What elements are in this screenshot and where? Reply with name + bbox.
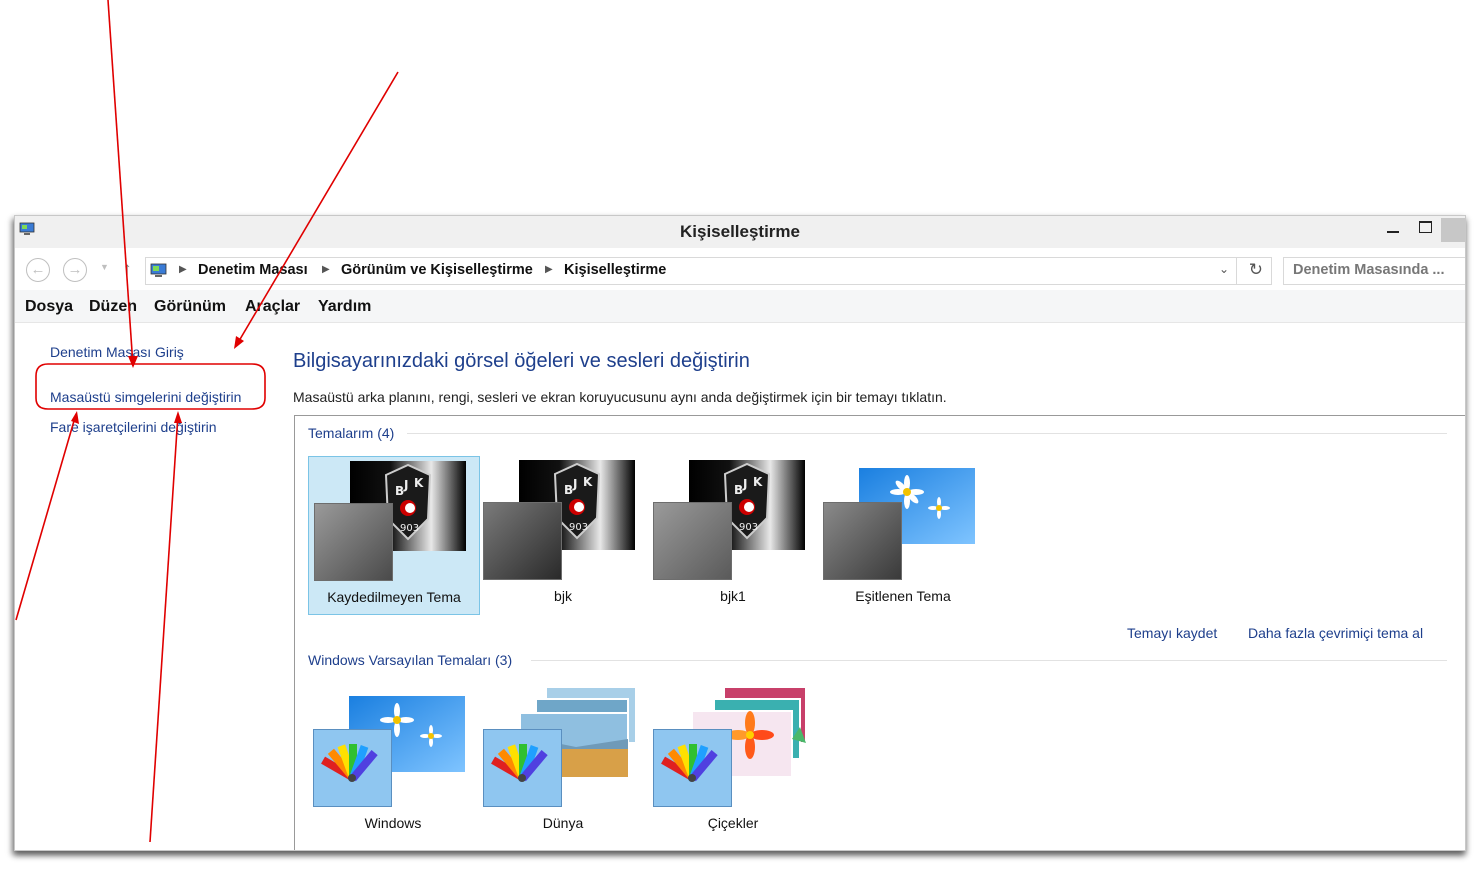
theme-name: Dünya [542,815,584,831]
breadcrumb-item[interactable]: Denetim Masası [198,262,308,278]
chevron-right-icon[interactable]: ▶ [179,264,187,275]
color-swatch-icon [823,502,902,580]
group-divider [531,660,1447,661]
theme-name: Windows [364,815,422,831]
title-bar[interactable]: Kişiselleştirme [15,216,1465,248]
theme-item[interactable]: Windows [308,683,478,840]
svg-text:903: 903 [569,522,588,533]
close-button[interactable] [1441,218,1465,242]
theme-list-panel[interactable]: Temalarım (4) B J K 903 Kaydedilmeyen Te… [294,415,1465,850]
forward-arrow-icon[interactable]: → [63,258,87,282]
theme-item[interactable]: Çiçekler [648,683,818,840]
color-swatch-icon [483,502,562,580]
svg-text:J: J [572,477,577,491]
menu-view[interactable]: Görünüm [154,298,226,316]
get-more-themes-online-link[interactable]: Daha fazla çevrimiçi tema al [1248,625,1423,641]
color-swatch-icon [653,502,732,580]
svg-text:K: K [753,475,763,489]
color-fan-icon [313,729,392,807]
back-arrow-icon[interactable]: ← [26,258,50,282]
theme-name: Eşitlenen Tema [855,588,951,604]
svg-text:J: J [403,478,408,492]
menu-help[interactable]: Yardım [318,298,371,316]
window-title: Kişiselleştirme [679,222,800,241]
menu-bar: Dosya Düzen Görünüm Araçlar Yardım [15,290,1465,323]
color-fan-icon [653,729,732,807]
navigation-bar: ← → ▼ ↑ ▶ Denetim Masası ▶ Görünüm ve Ki… [15,248,1465,290]
address-bar[interactable]: ▶ Denetim Masası ▶ Görünüm ve Kişiselleş… [145,257,1272,285]
up-arrow-icon[interactable]: ↑ [123,259,132,279]
default-themes-group-title: Windows Varsayılan Temaları (3) [308,652,513,668]
chevron-right-icon[interactable]: ▶ [322,264,330,275]
sidebar-item-control-panel-home[interactable]: Denetim Masası Giriş [50,344,184,360]
svg-text:K: K [583,475,593,489]
minimize-button[interactable] [1381,218,1407,242]
svg-text:B: B [395,484,404,498]
svg-text:903: 903 [400,523,419,534]
breadcrumb-item[interactable]: Görünüm ve Kişiselleştirme [341,262,533,278]
menu-file[interactable]: Dosya [25,298,73,316]
svg-text:J: J [742,477,747,491]
theme-name: Kaydedilmeyen Tema [327,589,461,605]
chevron-right-icon[interactable]: ▶ [545,264,553,275]
svg-text:K: K [414,476,424,490]
sidebar-item-change-mouse-pointers[interactable]: Fare işaretçilerini değiştirin [50,419,217,435]
theme-item[interactable]: Eşitlenen Tema [818,456,988,613]
theme-item[interactable]: B J K 903 Kaydedilmeyen Tema [308,456,480,615]
menu-tools[interactable]: Araçlar [245,298,300,316]
color-swatch-icon [314,503,393,581]
theme-name: bjk1 [720,588,746,604]
page-title: Bilgisayarınızdaki görsel öğeleri ve ses… [293,350,750,372]
search-input[interactable]: Denetim Masasında ... [1283,257,1465,285]
menu-edit[interactable]: Düzen [89,298,137,316]
group-divider [407,433,1447,434]
color-fan-icon [483,729,562,807]
theme-item[interactable]: B J K 903 bjk1 [648,456,818,613]
personalization-window: Kişiselleştirme ← → ▼ ↑ ▶ Denetim Masası… [14,215,1466,851]
recent-locations-chevron-icon[interactable]: ▼ [100,262,109,272]
address-divider [1236,258,1237,284]
save-theme-link[interactable]: Temayı kaydet [1127,625,1217,641]
refresh-icon[interactable]: ↻ [1249,260,1263,280]
my-themes-group-title: Temalarım (4) [308,425,395,441]
sidebar-item-change-desktop-icons[interactable]: Masaüstü simgelerini değiştirin [50,389,241,405]
svg-text:903: 903 [739,522,758,533]
page-subtitle: Masaüstü arka planını, rengi, sesleri ve… [293,389,947,405]
control-panel-icon [150,263,167,277]
search-placeholder: Denetim Masasında ... [1293,262,1445,278]
theme-item[interactable]: Dünya [478,683,648,840]
theme-item[interactable]: B J K 903 bjk [478,456,648,613]
maximize-button[interactable] [1413,218,1439,242]
theme-name: bjk [554,588,572,604]
theme-name: Çiçekler [707,815,759,831]
breadcrumb-item[interactable]: Kişiselleştirme [564,262,666,278]
svg-text:B: B [564,483,573,497]
address-dropdown-chevron-icon[interactable]: ⌄ [1219,262,1229,276]
svg-text:B: B [734,483,743,497]
